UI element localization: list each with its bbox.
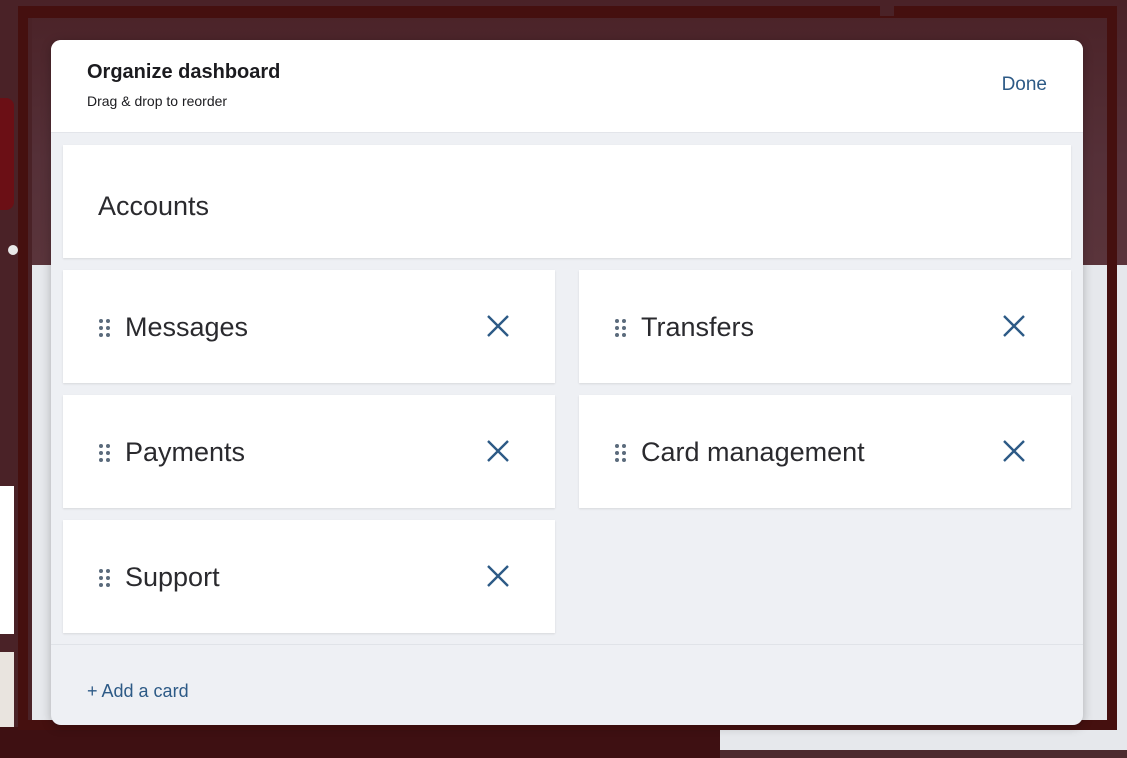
add-card-button[interactable]: + Add a card	[87, 681, 189, 702]
remove-support-button[interactable]	[485, 563, 511, 589]
modal-title: Organize dashboard	[87, 61, 281, 83]
card-label: Messages	[125, 312, 249, 342]
card-label: Accounts	[98, 191, 210, 221]
remove-messages-button[interactable]	[485, 313, 511, 339]
frame-gap	[880, 0, 894, 16]
card-label: Payments	[125, 437, 246, 467]
close-icon	[487, 440, 509, 462]
modal-subtitle: Drag & drop to reorder	[87, 93, 228, 109]
card-label: Transfers	[641, 312, 755, 342]
close-icon	[487, 565, 509, 587]
backdrop-left-card	[0, 486, 14, 634]
done-button[interactable]: Done	[1002, 74, 1047, 96]
remove-transfers-button[interactable]	[1001, 313, 1027, 339]
drag-handle-icon[interactable]	[99, 441, 113, 463]
card-label: Card management	[641, 437, 865, 467]
drag-handle-icon[interactable]	[615, 441, 629, 463]
backdrop-bottom-band	[0, 727, 720, 758]
backdrop-bottom-right	[720, 727, 1127, 750]
drag-handle-icon[interactable]	[99, 566, 113, 588]
backdrop-left-button	[0, 98, 14, 210]
card-card-management[interactable]: Card management	[579, 395, 1071, 508]
close-icon	[1003, 315, 1025, 337]
drag-handle-icon[interactable]	[99, 316, 113, 338]
close-icon	[487, 315, 509, 337]
close-icon	[1003, 440, 1025, 462]
backdrop-left-card-2	[0, 652, 14, 728]
card-messages[interactable]: Messages	[63, 270, 555, 383]
modal-header: Organize dashboard Drag & drop to reorde…	[51, 40, 1083, 133]
drag-handle-icon[interactable]	[615, 316, 629, 338]
remove-card-management-button[interactable]	[1001, 438, 1027, 464]
remove-payments-button[interactable]	[485, 438, 511, 464]
modal-footer: + Add a card	[51, 644, 1083, 725]
organize-dashboard-modal: Organize dashboard Drag & drop to reorde…	[51, 40, 1083, 725]
card-payments[interactable]: Payments	[63, 395, 555, 508]
card-label: Support	[125, 562, 220, 592]
card-transfers[interactable]: Transfers	[579, 270, 1071, 383]
card-support[interactable]: Support	[63, 520, 555, 633]
card-accounts: Accounts	[63, 145, 1071, 258]
backdrop-left-dot	[8, 245, 18, 255]
